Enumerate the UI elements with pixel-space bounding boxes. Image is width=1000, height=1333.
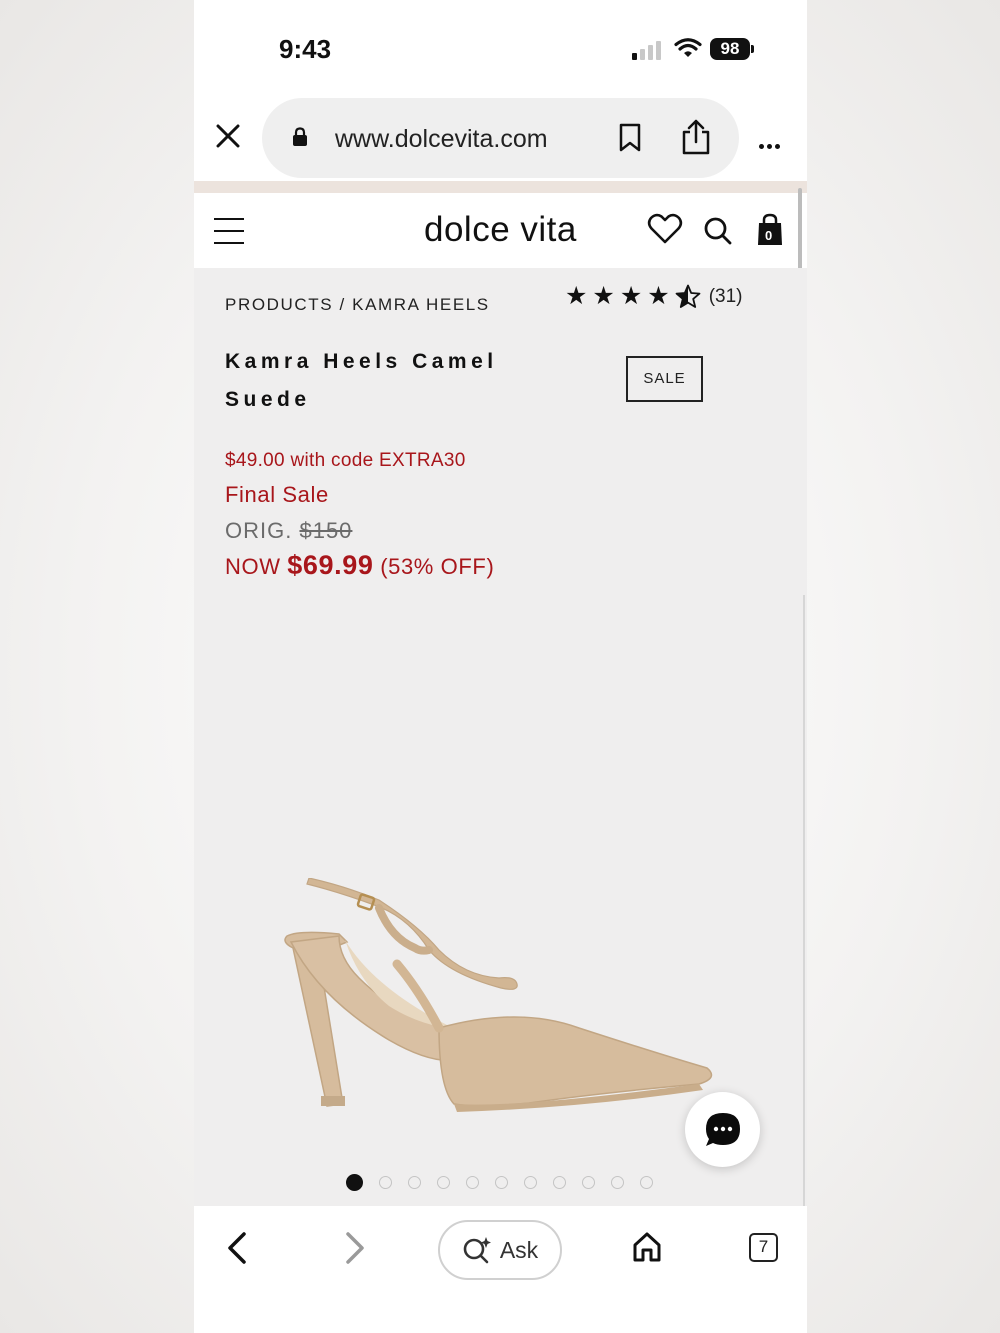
discount-label: (53% OFF) (380, 554, 495, 579)
status-bar: 9:43 98 (194, 0, 807, 95)
more-options-icon[interactable] (759, 132, 783, 155)
status-time: 9:43 (279, 34, 332, 64)
sale-price: NOW $69.99 (53% OFF) (225, 550, 494, 581)
phone-screen: 9:43 98 www.dolcevita.com dolce vita 0 P… (194, 0, 807, 1333)
battery-tip (751, 45, 754, 53)
pagination-dot[interactable] (408, 1176, 421, 1189)
back-arrow-icon[interactable] (224, 1231, 250, 1265)
half-star-icon (675, 284, 701, 308)
menu-icon[interactable] (214, 218, 244, 244)
promo-code-text: $49.00 with code EXTRA30 (225, 450, 466, 471)
pagination-dot[interactable] (582, 1176, 595, 1189)
bookmark-icon[interactable] (618, 123, 642, 153)
gallery-scrollbar[interactable] (803, 595, 805, 1206)
pagination-dot[interactable] (379, 1176, 392, 1189)
browser-address-bar: www.dolcevita.com (194, 95, 807, 181)
url-field[interactable]: www.dolcevita.com (262, 98, 739, 178)
tabs-count-button[interactable]: 7 (749, 1233, 778, 1262)
close-icon[interactable] (214, 122, 242, 150)
breadcrumb[interactable]: PRODUCTS / KAMRA HEELS (225, 295, 490, 315)
bag-count: 0 (765, 228, 773, 243)
forward-arrow-icon[interactable] (342, 1231, 368, 1265)
product-detail: PRODUCTS / KAMRA HEELS ★ ★ ★ ★ (31) Kamr… (194, 268, 807, 1206)
url-text: www.dolcevita.com (335, 125, 548, 153)
orig-price-value: $150 (299, 518, 353, 543)
now-price-value: $69.99 (287, 550, 374, 580)
review-count: (31) (708, 285, 743, 307)
gallery-pagination (346, 1174, 669, 1191)
browser-toolbar: Ask 7 (194, 1206, 807, 1333)
rating-stars[interactable]: ★ ★ ★ ★ (31) (565, 284, 742, 309)
wifi-icon (674, 38, 702, 57)
product-title: Kamra Heels Camel Suede (225, 350, 498, 411)
pagination-dot[interactable] (495, 1176, 508, 1189)
star-icon: ★ (565, 282, 588, 310)
chat-button[interactable] (685, 1092, 760, 1167)
sparkle-search-icon (463, 1237, 491, 1264)
now-label: NOW (225, 554, 281, 579)
star-icon: ★ (619, 282, 643, 310)
search-icon[interactable] (703, 216, 733, 246)
star-icon: ★ (592, 282, 615, 310)
product-image[interactable] (279, 878, 719, 1118)
ask-button[interactable]: Ask (438, 1220, 562, 1280)
wishlist-heart-icon[interactable] (647, 213, 683, 245)
header-band (194, 181, 807, 193)
orig-label: ORIG. (225, 518, 293, 543)
ask-label: Ask (499, 1236, 539, 1263)
sale-badge: SALE (626, 356, 703, 402)
pagination-dot[interactable] (553, 1176, 566, 1189)
original-price: ORIG. $150 (225, 518, 352, 544)
site-logo[interactable]: dolce vita (424, 210, 577, 250)
pagination-dot[interactable] (346, 1174, 363, 1191)
star-icon: ★ (647, 282, 670, 310)
final-sale-label: Final Sale (225, 482, 329, 507)
home-icon[interactable] (631, 1231, 663, 1263)
pagination-dot[interactable] (437, 1176, 450, 1189)
chat-bubble-icon (706, 1113, 740, 1146)
battery-icon: 98 (710, 38, 750, 60)
pagination-dot[interactable] (640, 1176, 653, 1189)
pagination-dot[interactable] (466, 1176, 479, 1189)
cellular-signal-icon (632, 40, 662, 60)
lock-icon (293, 127, 307, 146)
pagination-dot[interactable] (524, 1176, 537, 1189)
site-header: dolce vita 0 (194, 193, 807, 268)
pagination-dot[interactable] (611, 1176, 624, 1189)
share-icon[interactable] (680, 118, 712, 156)
